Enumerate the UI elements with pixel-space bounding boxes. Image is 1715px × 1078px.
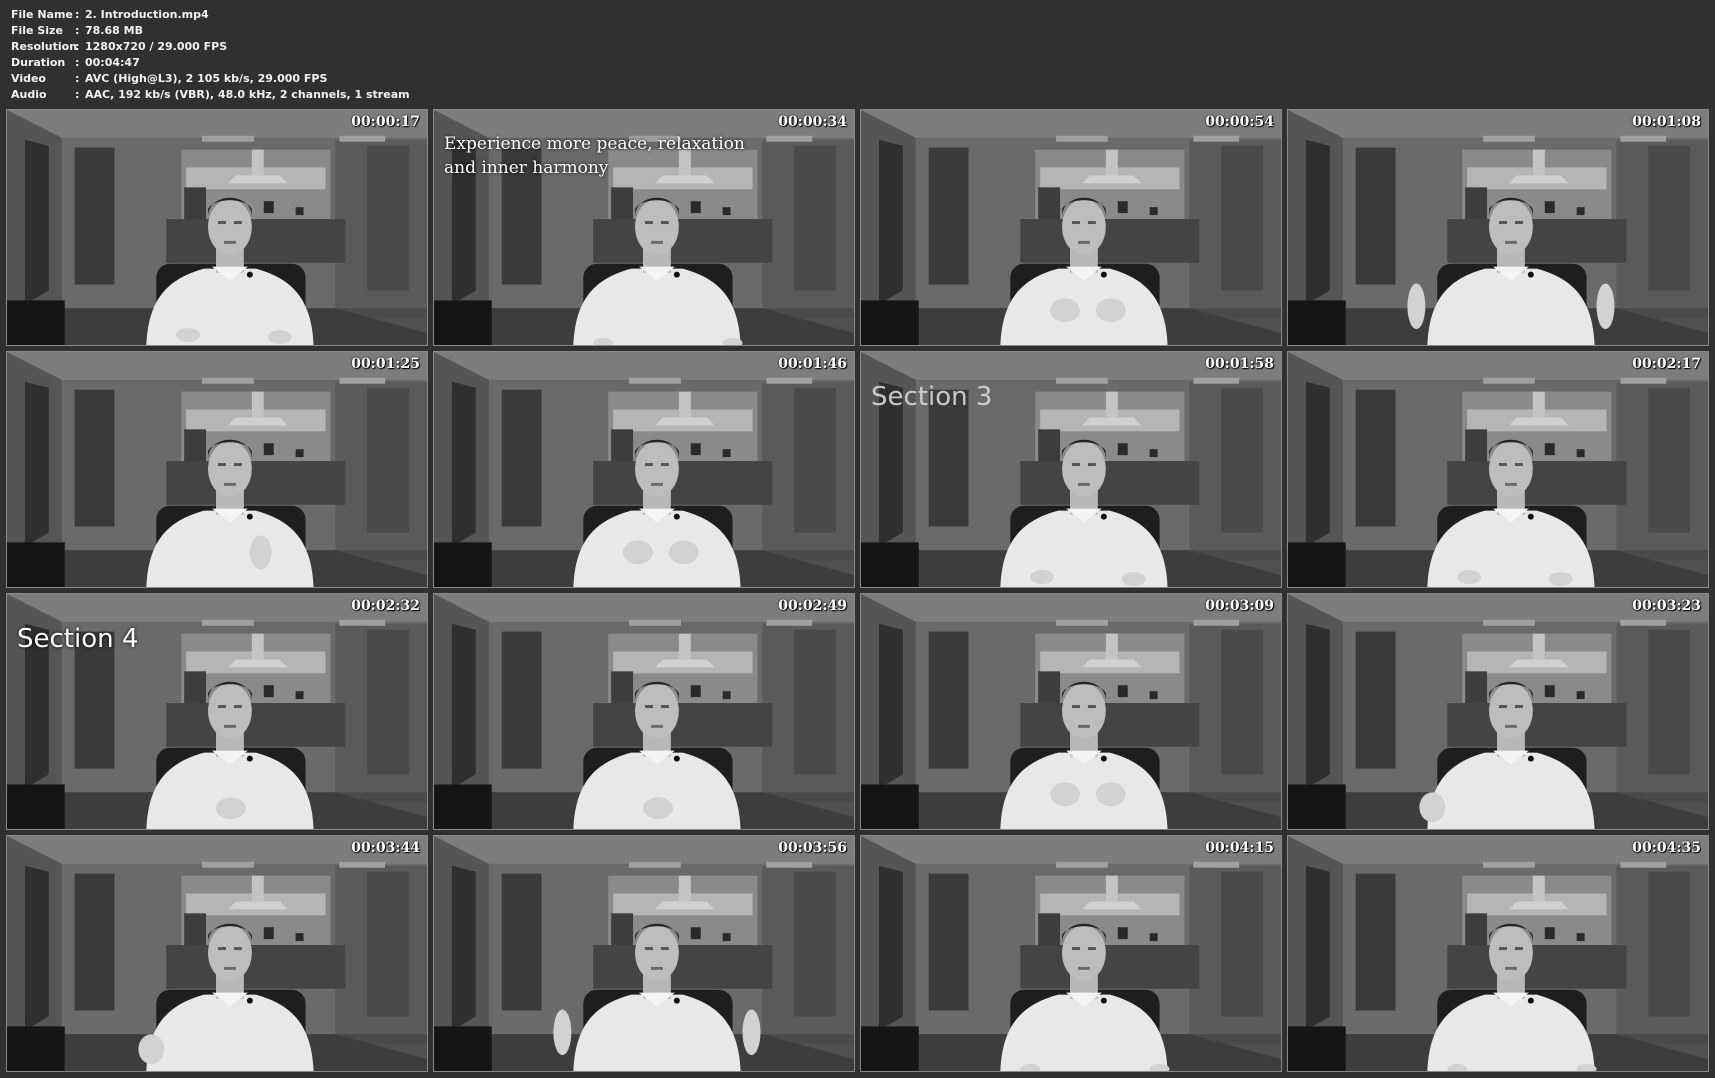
- file-info-panel: File Name:2. Introduction.mp4 File Size:7…: [11, 7, 410, 103]
- thumbnail-timestamp: 00:02:49: [778, 598, 847, 614]
- video-thumbnail: 00:01:25: [6, 351, 428, 588]
- info-row: File Name:2. Introduction.mp4: [11, 7, 410, 23]
- video-thumbnail: 00:02:49: [433, 593, 855, 830]
- info-label: Video: [11, 72, 46, 85]
- video-thumbnail: 00:03:56: [433, 835, 855, 1072]
- info-row: Duration:00:04:47: [11, 55, 410, 71]
- video-thumbnail: 00:02:32 Section 4: [6, 593, 428, 830]
- video-frame: [434, 352, 854, 587]
- thumbnail-timestamp: 00:04:35: [1632, 840, 1701, 856]
- thumbnail-timestamp: 00:03:23: [1632, 598, 1701, 614]
- video-thumbnail: 00:01:58 Section 3: [860, 351, 1282, 588]
- video-frame: [861, 836, 1281, 1071]
- thumbnail-grid: 00:00:17 00:00:34 Experience more peace,…: [6, 109, 1709, 1072]
- thumbnail-timestamp: 00:02:17: [1632, 356, 1701, 372]
- info-label: Audio: [11, 88, 47, 101]
- hand-shape: [176, 328, 201, 343]
- info-separator: :: [75, 88, 80, 101]
- info-separator: :: [75, 40, 80, 53]
- hand-shape: [249, 535, 272, 570]
- video-thumbnail: 00:03:23: [1287, 593, 1709, 830]
- hand-shape: [742, 1009, 761, 1056]
- thumbnail-timestamp: 00:02:32: [351, 598, 420, 614]
- info-value: 2. Introduction.mp4: [85, 8, 209, 21]
- video-thumbnail: 00:01:08: [1287, 109, 1709, 346]
- hand-shape: [216, 797, 246, 820]
- info-separator: :: [75, 56, 80, 69]
- video-thumbnail: 00:03:09: [860, 593, 1282, 830]
- hand-shape: [267, 330, 292, 345]
- thumbnail-timestamp: 00:01:08: [1632, 114, 1701, 130]
- video-frame: [1288, 352, 1708, 587]
- video-thumbnail: 00:03:44: [6, 835, 428, 1072]
- info-row: File Size:78.68 MB: [11, 23, 410, 39]
- video-frame: [1288, 110, 1708, 345]
- info-row: Video: AVC (High@L3), 2 105 kb/s, 29.000 …: [11, 71, 410, 87]
- video-frame: [1288, 836, 1708, 1071]
- info-value: AVC (High@L3), 2 105 kb/s, 29.000 FPS: [85, 72, 328, 85]
- thumbnail-timestamp: 00:00:17: [351, 114, 420, 130]
- hand-shape: [1121, 572, 1146, 587]
- info-label: Duration: [11, 56, 66, 69]
- video-frame: [434, 836, 854, 1071]
- video-thumbnail: 00:04:15: [860, 835, 1282, 1072]
- hand-shape: [1095, 782, 1126, 807]
- info-value: 00:04:47: [85, 56, 140, 69]
- hand-shape: [1050, 782, 1080, 807]
- video-thumbnail: 00:04:35: [1287, 835, 1709, 1072]
- hand-shape: [553, 1009, 572, 1056]
- video-frame: [434, 594, 854, 829]
- video-caption-overlay: Experience more peace, relaxation and in…: [444, 134, 745, 178]
- info-separator: :: [75, 24, 80, 37]
- hand-shape: [138, 1034, 165, 1065]
- thumbnail-timestamp: 00:01:25: [351, 356, 420, 372]
- info-label: File Name: [11, 8, 73, 21]
- hand-shape: [1030, 570, 1055, 585]
- video-frame: [7, 110, 427, 345]
- thumbnail-timestamp: 00:01:58: [1205, 356, 1274, 372]
- info-row: Resolution:1280x720 / 29.000 FPS: [11, 39, 410, 55]
- video-caption-overlay: Section 3: [871, 382, 993, 412]
- video-thumbnail: 00:01:46: [433, 351, 855, 588]
- info-separator: :: [75, 72, 80, 85]
- hand-shape: [643, 797, 673, 820]
- thumbnail-timestamp: 00:03:09: [1205, 598, 1274, 614]
- video-thumbnail: 00:02:17: [1287, 351, 1709, 588]
- thumbnail-timestamp: 00:03:56: [778, 840, 847, 856]
- hand-shape: [1419, 792, 1446, 823]
- hand-shape: [1095, 298, 1126, 323]
- hand-shape: [623, 540, 653, 565]
- video-caption-overlay: Section 4: [17, 624, 139, 654]
- hand-shape: [1548, 572, 1573, 587]
- thumbnail-timestamp: 00:00:54: [1205, 114, 1274, 130]
- info-label: File Size: [11, 24, 63, 37]
- video-frame: [861, 110, 1281, 345]
- video-frame: [7, 352, 427, 587]
- video-frame: [861, 594, 1281, 829]
- info-value: AAC, 192 kb/s (VBR), 48.0 kHz, 2 channel…: [85, 88, 410, 101]
- hand-shape: [1596, 283, 1615, 330]
- info-value: 78.68 MB: [85, 24, 143, 37]
- info-row: Audio: AAC, 192 kb/s (VBR), 48.0 kHz, 2 c…: [11, 87, 410, 103]
- thumbnail-timestamp: 00:00:34: [778, 114, 847, 130]
- thumbnail-timestamp: 00:01:46: [778, 356, 847, 372]
- video-frame: [1288, 594, 1708, 829]
- info-separator: :: [75, 8, 80, 21]
- video-thumbnail: 00:00:34 Experience more peace, relaxatio…: [433, 109, 855, 346]
- video-thumbnail: 00:00:54: [860, 109, 1282, 346]
- hand-shape: [1457, 570, 1482, 585]
- video-frame: [7, 836, 427, 1071]
- info-label: Resolution: [11, 40, 78, 53]
- hand-shape: [1050, 298, 1080, 323]
- video-thumbnail: 00:00:17: [6, 109, 428, 346]
- hand-shape: [668, 540, 699, 565]
- info-value: 1280x720 / 29.000 FPS: [85, 40, 228, 53]
- thumbnail-timestamp: 00:04:15: [1205, 840, 1274, 856]
- hand-shape: [1407, 283, 1426, 330]
- thumbnail-timestamp: 00:03:44: [351, 840, 420, 856]
